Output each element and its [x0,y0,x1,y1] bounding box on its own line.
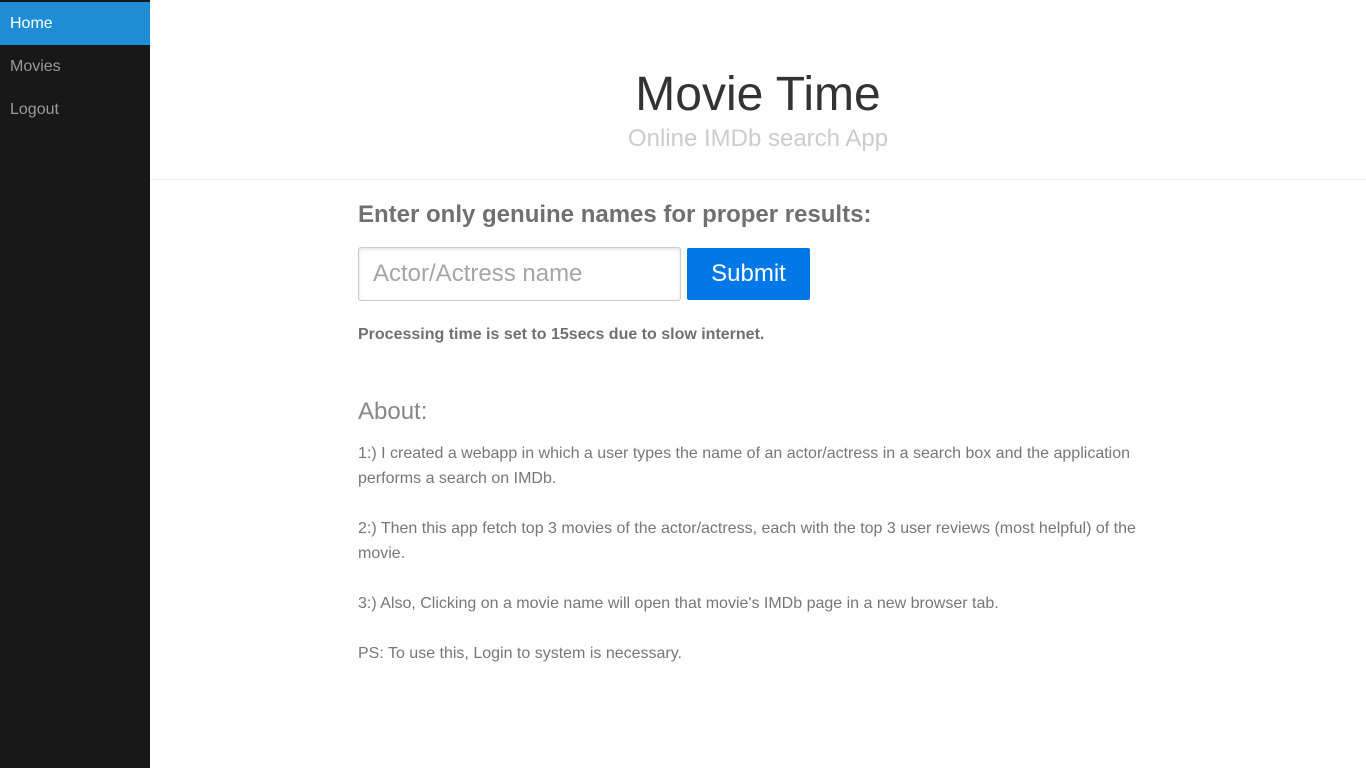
about-paragraph: 1:) I created a webapp in which a user t… [358,445,1131,487]
search-prompt: Enter only genuine names for proper resu… [358,201,872,228]
about-paragraph: PS: To use this, Login to system is nece… [358,645,682,662]
search-form: Submit [358,247,1158,301]
submit-button[interactable]: Submit [687,248,810,300]
main-content: Movie Time Online IMDb search App Enter … [150,0,1366,768]
about-paragraph: 2:) Then this app fetch top 3 movies of … [358,520,1136,562]
actor-name-input[interactable] [358,247,681,301]
about-paragraph: 3:) Also, Clicking on a movie name will … [358,595,999,612]
page-title: Movie Time [635,68,881,121]
sidebar-item-logout[interactable]: Logout [0,88,150,131]
sidebar-item-movies[interactable]: Movies [0,45,150,88]
about-title: About: [358,398,428,425]
processing-note: Processing time is set to 15secs due to … [358,326,765,343]
search-section: Enter only genuine names for proper resu… [358,181,1158,666]
page-header: Movie Time Online IMDb search App [150,0,1366,180]
sidebar: Home Movies Logout [0,0,150,768]
sidebar-item-home[interactable]: Home [0,0,150,45]
page-subtitle: Online IMDb search App [627,125,889,152]
